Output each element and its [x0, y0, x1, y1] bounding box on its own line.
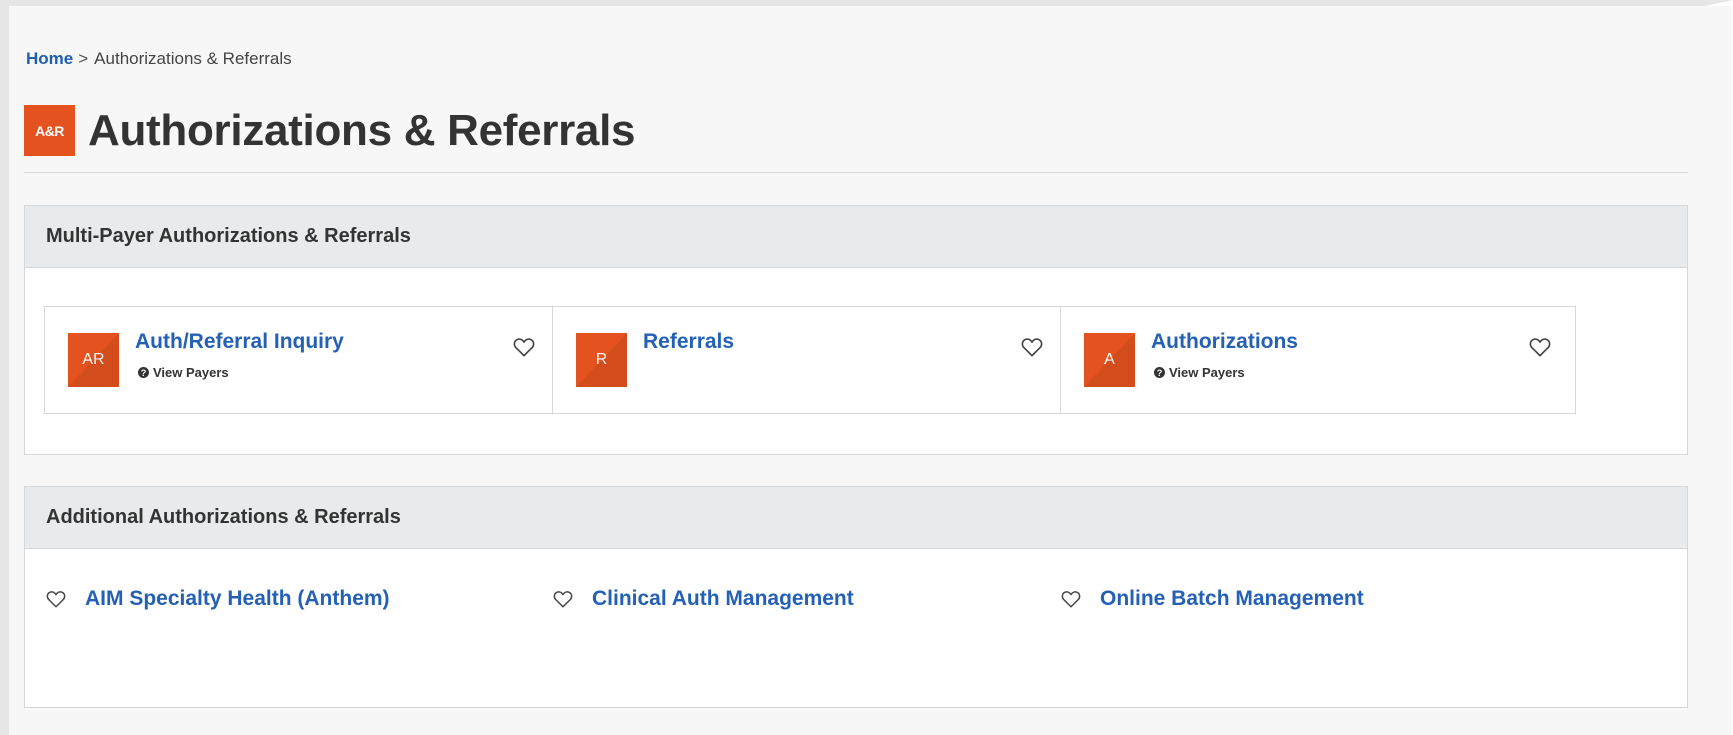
- question-circle-icon: ?: [1154, 367, 1165, 378]
- breadcrumb-home-link[interactable]: Home: [26, 49, 73, 68]
- view-payers-link[interactable]: ? View Payers: [1154, 365, 1245, 380]
- breadcrumb-separator: >: [78, 49, 89, 68]
- link-label[interactable]: Clinical Auth Management: [592, 587, 854, 611]
- page-content: Home > Authorizations & Referrals A&R Auth…: [9, 6, 1732, 735]
- heart-outline-icon[interactable]: [553, 590, 573, 608]
- card-title-link[interactable]: Auth/Referral Inquiry: [135, 330, 344, 354]
- additional-panel: Additional Authorizations & Referrals AI…: [24, 486, 1688, 708]
- card-referrals[interactable]: R Referrals: [552, 306, 1068, 414]
- heart-outline-icon[interactable]: [46, 590, 66, 608]
- card-authorizations[interactable]: A Authorizations ? View Payers: [1060, 306, 1576, 414]
- card-title-link[interactable]: Referrals: [643, 330, 734, 354]
- page-title: Authorizations & Referrals: [88, 105, 636, 155]
- breadcrumb-current: Authorizations & Referrals: [94, 49, 292, 68]
- heart-outline-icon[interactable]: [1021, 337, 1043, 357]
- link-label[interactable]: AIM Specialty Health (Anthem): [85, 587, 390, 611]
- panel-header: Multi-Payer Authorizations & Referrals: [25, 206, 1687, 268]
- page-badge-icon: A&R: [24, 105, 75, 156]
- link-label[interactable]: Online Batch Management: [1100, 587, 1364, 611]
- question-circle-icon: ?: [138, 367, 149, 378]
- view-payers-link[interactable]: ? View Payers: [138, 365, 229, 380]
- link-clinical-auth-management[interactable]: Clinical Auth Management: [553, 587, 854, 611]
- view-payers-label: View Payers: [1169, 365, 1245, 380]
- card-title-link[interactable]: Authorizations: [1151, 330, 1298, 354]
- card-auth-referral-inquiry[interactable]: AR Auth/Referral Inquiry ? View Payers: [44, 306, 560, 414]
- card-badge-icon: AR: [68, 333, 119, 387]
- link-online-batch-management[interactable]: Online Batch Management: [1061, 587, 1364, 611]
- page-header: A&R Authorizations & Referrals: [24, 105, 635, 156]
- view-payers-label: View Payers: [153, 365, 229, 380]
- heart-outline-icon[interactable]: [1529, 337, 1551, 357]
- card-badge-icon: A: [1084, 333, 1135, 387]
- header-divider: [24, 172, 1688, 173]
- panel-header: Additional Authorizations & Referrals: [25, 487, 1687, 549]
- breadcrumb: Home > Authorizations & Referrals: [26, 49, 292, 69]
- heart-outline-icon[interactable]: [1061, 590, 1081, 608]
- heart-outline-icon[interactable]: [513, 337, 535, 357]
- multi-payer-panel: Multi-Payer Authorizations & Referrals A…: [24, 205, 1688, 455]
- link-aim-specialty-health[interactable]: AIM Specialty Health (Anthem): [46, 587, 390, 611]
- card-badge-icon: R: [576, 333, 627, 387]
